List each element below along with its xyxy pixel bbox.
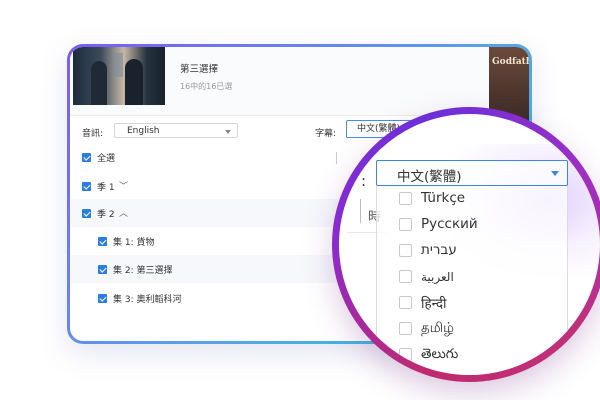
episode-title: 第三選擇: [180, 64, 219, 75]
option-checkbox[interactable]: [399, 270, 412, 283]
option-label: Türkçe: [421, 190, 466, 206]
season-1-checkbox[interactable]: [82, 182, 91, 191]
subtitle-option[interactable]: العربية: [377, 264, 567, 290]
option-label: తెలుగు: [421, 346, 459, 362]
magnified-subtitle-value: 中文(繁體): [397, 169, 462, 185]
magnified-subtitle-select[interactable]: 中文(繁體): [376, 160, 568, 186]
select-all-checkbox[interactable]: [82, 153, 91, 162]
option-checkbox[interactable]: [399, 296, 412, 309]
subtitle-option[interactable]: தமிழ்: [377, 316, 567, 342]
subtitle-option[interactable]: Türkçe: [377, 186, 567, 212]
episode-thumbnail: [73, 47, 165, 105]
chevron-down-icon: [225, 130, 231, 134]
option-label: עברית: [421, 242, 457, 258]
option-checkbox[interactable]: [399, 192, 412, 205]
audio-select-value: English: [127, 126, 160, 136]
subtitle-option[interactable]: हिन्दी: [377, 290, 567, 316]
column-divider: [336, 152, 337, 164]
episode-checkbox[interactable]: [98, 237, 107, 246]
episode-checkbox[interactable]: [98, 294, 107, 303]
thumbnail-figure-left: [91, 61, 107, 105]
option-label: हिन्दी: [421, 296, 447, 312]
option-label: தமிழ்: [421, 320, 454, 336]
audio-label: 音訊:: [82, 129, 104, 139]
subtitle-option[interactable]: తెలుగు: [377, 342, 567, 368]
subtitle-dropdown-list: Türkçe Русский עברית العربية हिन्दी தமிழ…: [376, 186, 568, 375]
magnifier-subtitle-colon: :: [361, 172, 367, 190]
episode-header: 第三選擇 16中的16已選: [70, 47, 529, 115]
episode-selection-count: 16中的16已選: [180, 82, 233, 91]
subtitle-label: 字幕:: [315, 129, 337, 139]
audio-select[interactable]: English: [114, 123, 238, 138]
chevron-down-icon[interactable]: ﹀: [119, 179, 128, 192]
season-2-label: 季 2: [97, 210, 115, 220]
episode-label: 集 1: 貨物: [113, 238, 155, 248]
episode-checkbox[interactable]: [98, 265, 107, 274]
magnifier-column-divider: [360, 199, 361, 223]
chevron-up-icon[interactable]: ︿: [119, 206, 128, 219]
episode-label: 集 2: 第三選擇: [113, 266, 173, 276]
magnifier-lens: : 時 中文(繁體) Türkçe Русский עברית العربية: [339, 114, 600, 375]
subtitle-option[interactable]: Русский: [377, 212, 567, 238]
option-label: العربية: [421, 270, 454, 284]
option-checkbox[interactable]: [399, 322, 412, 335]
caret-down-icon[interactable]: [551, 171, 559, 176]
episode-label: 集 3: 奧利韜科河: [113, 295, 182, 305]
option-label: Русский: [421, 216, 478, 232]
season-1-label: 季 1: [97, 183, 115, 193]
option-checkbox[interactable]: [399, 348, 412, 361]
option-checkbox[interactable]: [399, 218, 412, 231]
thumbnail-window: [113, 53, 123, 77]
magnifier-ring: : 時 中文(繁體) Türkçe Русский עברית العربية: [332, 107, 600, 382]
subtitle-option[interactable]: עברית: [377, 238, 567, 264]
option-checkbox[interactable]: [399, 244, 412, 257]
side-poster-logo: Godfath: [492, 57, 529, 67]
season-2-checkbox[interactable]: [82, 209, 91, 218]
thumbnail-figure-right: [125, 59, 143, 105]
select-all-label: 全選: [97, 154, 116, 164]
